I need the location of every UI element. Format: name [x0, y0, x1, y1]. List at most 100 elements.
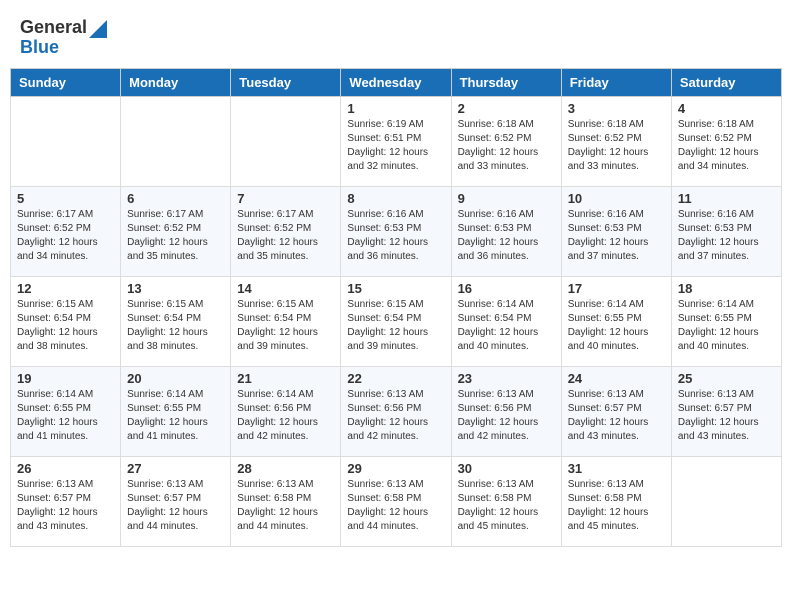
calendar-cell	[121, 96, 231, 186]
day-number: 30	[458, 461, 555, 476]
header-friday: Friday	[561, 68, 671, 96]
calendar-cell: 28 Sunrise: 6:13 AMSunset: 6:58 PMDayligh…	[231, 456, 341, 546]
calendar-table: Sunday Monday Tuesday Wednesday Thursday…	[10, 68, 782, 547]
day-info: Sunrise: 6:16 AMSunset: 6:53 PMDaylight:…	[678, 208, 775, 264]
calendar-cell: 1 Sunrise: 6:19 AMSunset: 6:51 PMDaylight…	[341, 96, 451, 186]
day-number: 23	[458, 371, 555, 386]
calendar-cell	[671, 456, 781, 546]
day-number: 29	[347, 461, 444, 476]
day-info: Sunrise: 6:14 AMSunset: 6:55 PMDaylight:…	[17, 388, 114, 444]
day-info: Sunrise: 6:18 AMSunset: 6:52 PMDaylight:…	[458, 118, 555, 174]
calendar-cell: 18 Sunrise: 6:14 AMSunset: 6:55 PMDayligh…	[671, 276, 781, 366]
calendar-cell: 16Sunrise: 6:14 AMSunset: 6:54 PMDayligh…	[451, 276, 561, 366]
day-number: 4	[678, 101, 775, 116]
day-info: Sunrise: 6:18 AMSunset: 6:52 PMDaylight:…	[568, 118, 665, 174]
day-number: 10	[568, 191, 665, 206]
calendar-cell: 12Sunrise: 6:15 AMSunset: 6:54 PMDayligh…	[11, 276, 121, 366]
calendar-cell: 25Sunrise: 6:13 AMSunset: 6:57 PMDayligh…	[671, 366, 781, 456]
day-info: Sunrise: 6:17 AMSunset: 6:52 PMDaylight:…	[127, 208, 224, 264]
calendar-week-row: 5 Sunrise: 6:17 AMSunset: 6:52 PMDaylight…	[11, 186, 782, 276]
day-info: Sunrise: 6:14 AMSunset: 6:55 PMDaylight:…	[127, 388, 224, 444]
calendar-cell: 27 Sunrise: 6:13 AMSunset: 6:57 PMDayligh…	[121, 456, 231, 546]
day-info: Sunrise: 6:14 AMSunset: 6:55 PMDaylight:…	[568, 298, 665, 354]
day-number: 11	[678, 191, 775, 206]
calendar-cell: 26Sunrise: 6:13 AMSunset: 6:57 PMDayligh…	[11, 456, 121, 546]
day-info: Sunrise: 6:15 AMSunset: 6:54 PMDaylight:…	[237, 298, 334, 354]
day-number: 25	[678, 371, 775, 386]
calendar-cell: 10 Sunrise: 6:16 AMSunset: 6:53 PMDayligh…	[561, 186, 671, 276]
day-info: Sunrise: 6:13 AMSunset: 6:58 PMDaylight:…	[347, 478, 444, 534]
header-wednesday: Wednesday	[341, 68, 451, 96]
day-number: 19	[17, 371, 114, 386]
calendar-header-row: Sunday Monday Tuesday Wednesday Thursday…	[11, 68, 782, 96]
logo-blue-word: Blue	[20, 38, 87, 58]
header-saturday: Saturday	[671, 68, 781, 96]
day-info: Sunrise: 6:18 AMSunset: 6:52 PMDaylight:…	[678, 118, 775, 174]
day-info: Sunrise: 6:13 AMSunset: 6:57 PMDaylight:…	[568, 388, 665, 444]
day-info: Sunrise: 6:16 AMSunset: 6:53 PMDaylight:…	[347, 208, 444, 264]
day-number: 5	[17, 191, 114, 206]
logo-general-text: General	[20, 17, 87, 37]
calendar-week-row: 26Sunrise: 6:13 AMSunset: 6:57 PMDayligh…	[11, 456, 782, 546]
day-info: Sunrise: 6:15 AMSunset: 6:54 PMDaylight:…	[17, 298, 114, 354]
day-number: 28	[237, 461, 334, 476]
calendar-cell: 21 Sunrise: 6:14 AMSunset: 6:56 PMDayligh…	[231, 366, 341, 456]
day-number: 16	[458, 281, 555, 296]
calendar-cell: 6 Sunrise: 6:17 AMSunset: 6:52 PMDaylight…	[121, 186, 231, 276]
day-number: 14	[237, 281, 334, 296]
day-info: Sunrise: 6:13 AMSunset: 6:58 PMDaylight:…	[458, 478, 555, 534]
calendar-cell: 24 Sunrise: 6:13 AMSunset: 6:57 PMDayligh…	[561, 366, 671, 456]
day-number: 13	[127, 281, 224, 296]
calendar-cell: 20Sunrise: 6:14 AMSunset: 6:55 PMDayligh…	[121, 366, 231, 456]
day-info: Sunrise: 6:17 AMSunset: 6:52 PMDaylight:…	[237, 208, 334, 264]
calendar-cell: 11 Sunrise: 6:16 AMSunset: 6:53 PMDayligh…	[671, 186, 781, 276]
day-info: Sunrise: 6:13 AMSunset: 6:58 PMDaylight:…	[237, 478, 334, 534]
header-tuesday: Tuesday	[231, 68, 341, 96]
day-info: Sunrise: 6:13 AMSunset: 6:56 PMDaylight:…	[458, 388, 555, 444]
day-number: 7	[237, 191, 334, 206]
calendar-cell: 8Sunrise: 6:16 AMSunset: 6:53 PMDaylight…	[341, 186, 451, 276]
day-info: Sunrise: 6:16 AMSunset: 6:53 PMDaylight:…	[568, 208, 665, 264]
day-number: 24	[568, 371, 665, 386]
day-info: Sunrise: 6:15 AMSunset: 6:54 PMDaylight:…	[127, 298, 224, 354]
calendar-cell: 22Sunrise: 6:13 AMSunset: 6:56 PMDayligh…	[341, 366, 451, 456]
day-info: Sunrise: 6:17 AMSunset: 6:52 PMDaylight:…	[17, 208, 114, 264]
page-header: General Blue	[10, 10, 782, 64]
calendar-cell: 9 Sunrise: 6:16 AMSunset: 6:53 PMDaylight…	[451, 186, 561, 276]
day-number: 27	[127, 461, 224, 476]
day-number: 15	[347, 281, 444, 296]
day-info: Sunrise: 6:13 AMSunset: 6:57 PMDaylight:…	[127, 478, 224, 534]
calendar-cell: 29 Sunrise: 6:13 AMSunset: 6:58 PMDayligh…	[341, 456, 451, 546]
day-number: 9	[458, 191, 555, 206]
calendar-cell: 2 Sunrise: 6:18 AMSunset: 6:52 PMDaylight…	[451, 96, 561, 186]
calendar-cell: 14 Sunrise: 6:15 AMSunset: 6:54 PMDayligh…	[231, 276, 341, 366]
header-thursday: Thursday	[451, 68, 561, 96]
day-info: Sunrise: 6:15 AMSunset: 6:54 PMDaylight:…	[347, 298, 444, 354]
day-info: Sunrise: 6:14 AMSunset: 6:56 PMDaylight:…	[237, 388, 334, 444]
logo-icon	[89, 20, 107, 38]
day-number: 1	[347, 101, 444, 116]
day-number: 17	[568, 281, 665, 296]
day-info: Sunrise: 6:13 AMSunset: 6:56 PMDaylight:…	[347, 388, 444, 444]
calendar-cell: 13 Sunrise: 6:15 AMSunset: 6:54 PMDayligh…	[121, 276, 231, 366]
calendar-cell: 3Sunrise: 6:18 AMSunset: 6:52 PMDaylight…	[561, 96, 671, 186]
day-number: 31	[568, 461, 665, 476]
calendar-cell: 5 Sunrise: 6:17 AMSunset: 6:52 PMDaylight…	[11, 186, 121, 276]
day-number: 21	[237, 371, 334, 386]
day-number: 18	[678, 281, 775, 296]
day-number: 6	[127, 191, 224, 206]
calendar-cell	[11, 96, 121, 186]
day-info: Sunrise: 6:14 AMSunset: 6:55 PMDaylight:…	[678, 298, 775, 354]
calendar-cell: 17 Sunrise: 6:14 AMSunset: 6:55 PMDayligh…	[561, 276, 671, 366]
header-monday: Monday	[121, 68, 231, 96]
calendar-cell: 7 Sunrise: 6:17 AMSunset: 6:52 PMDaylight…	[231, 186, 341, 276]
calendar-cell: 23 Sunrise: 6:13 AMSunset: 6:56 PMDayligh…	[451, 366, 561, 456]
day-info: Sunrise: 6:16 AMSunset: 6:53 PMDaylight:…	[458, 208, 555, 264]
calendar-cell: 4 Sunrise: 6:18 AMSunset: 6:52 PMDaylight…	[671, 96, 781, 186]
day-info: Sunrise: 6:13 AMSunset: 6:57 PMDaylight:…	[17, 478, 114, 534]
day-info: Sunrise: 6:13 AMSunset: 6:58 PMDaylight:…	[568, 478, 665, 534]
logo: General Blue	[20, 18, 107, 58]
day-info: Sunrise: 6:19 AMSunset: 6:51 PMDaylight:…	[347, 118, 444, 174]
day-number: 2	[458, 101, 555, 116]
calendar-week-row: 19 Sunrise: 6:14 AMSunset: 6:55 PMDayligh…	[11, 366, 782, 456]
